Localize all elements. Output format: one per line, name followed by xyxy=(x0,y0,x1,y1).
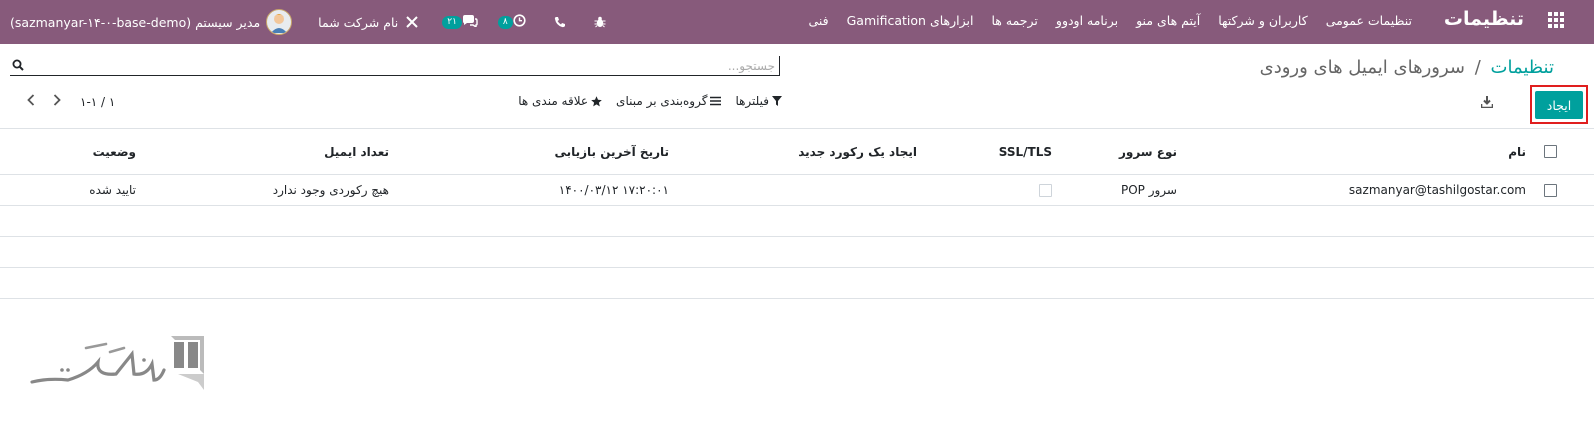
favorites-dropdown[interactable]: علاقه مندی ها xyxy=(518,94,602,108)
column-last-fetch[interactable]: تاریخ آخرین بازیابی xyxy=(554,129,669,174)
menu-technical[interactable]: فنی xyxy=(808,13,828,28)
list-icon xyxy=(710,96,722,106)
main-menu: تنظیمات عمومی کاربران و شرکتها آیتم های … xyxy=(808,13,1412,28)
app-brand[interactable]: تنظیمات xyxy=(1444,8,1524,30)
ssl-checkbox xyxy=(1039,183,1052,197)
bug-icon[interactable] xyxy=(594,16,606,28)
menu-menu-items[interactable]: آیتم های منو xyxy=(1136,13,1200,28)
company-name: نام شرکت شما xyxy=(318,14,399,30)
column-state[interactable]: وضعیت xyxy=(93,129,136,174)
download-icon[interactable] xyxy=(1480,96,1494,111)
avatar xyxy=(266,9,293,35)
row-select-cell xyxy=(1544,175,1557,205)
groupby-label: گروه‌بندی بر مبنای xyxy=(616,94,708,108)
chevron-left-icon[interactable] xyxy=(18,94,44,110)
chevron-right-icon[interactable] xyxy=(44,94,70,110)
cell-email-count: هیچ رکوردی وجود ندارد xyxy=(272,183,389,197)
search-icon[interactable] xyxy=(12,59,24,74)
list-table: نام نوع سرور SSL/TLS ایجاد یک رکورد جدید… xyxy=(0,128,1594,299)
breadcrumb-separator: / xyxy=(1474,57,1481,78)
select-all-cell xyxy=(1544,129,1557,174)
breadcrumb: تنظیمات / سرورهای ایمیل های ورودی xyxy=(1260,57,1554,78)
menu-odoo-app[interactable]: برنامه اودوو xyxy=(1056,13,1118,28)
pager-value[interactable]: ۱-۱ / ۱ xyxy=(80,95,115,109)
column-ssl[interactable]: SSL/TLS xyxy=(999,129,1052,174)
clock-icon xyxy=(513,14,526,30)
menu-general-settings[interactable]: تنظیمات عمومی xyxy=(1326,13,1412,28)
cell-name: sazmanyar@tashilgostar.com xyxy=(1348,183,1526,197)
user-name: مدیر سیستم (sazmanyar-۱۴-۰-base-demo) xyxy=(10,14,261,30)
breadcrumb-root[interactable]: تنظیمات xyxy=(1491,57,1554,78)
empty-row xyxy=(0,206,1594,237)
search-options: فیلترها گروه‌بندی بر مبنای علاقه مندی ها xyxy=(500,94,782,108)
close-tools-icon[interactable] xyxy=(406,16,418,28)
column-name[interactable]: نام xyxy=(1508,129,1526,174)
row-checkbox[interactable] xyxy=(1544,183,1557,197)
pager: ۱-۱ / ۱ xyxy=(18,94,115,110)
favorites-label: علاقه مندی ها xyxy=(518,94,589,108)
empty-row xyxy=(0,237,1594,268)
messages-count-badge: ۲۱ xyxy=(442,15,462,29)
search-bar xyxy=(10,56,780,76)
star-icon xyxy=(591,95,602,106)
create-button[interactable]: ایجاد xyxy=(1535,91,1583,119)
filter-icon xyxy=(772,96,782,106)
top-navbar: تنظیمات تنظیمات عمومی کاربران و شرکتها آ… xyxy=(0,0,1594,44)
column-server-type[interactable]: نوع سرور xyxy=(1119,129,1177,174)
table-header: نام نوع سرور SSL/TLS ایجاد یک رکورد جدید… xyxy=(0,129,1594,175)
search-input[interactable] xyxy=(40,56,780,75)
column-create-record[interactable]: ایجاد یک رکورد جدید xyxy=(798,129,917,174)
select-all-checkbox[interactable] xyxy=(1544,145,1557,158)
company-switcher[interactable]: نام شرکت شما xyxy=(318,15,398,30)
column-email-count[interactable]: تعداد ایمیل xyxy=(324,129,389,174)
cell-state: تایید شده xyxy=(89,183,136,197)
activity-menu[interactable]: ۸ xyxy=(496,14,526,30)
menu-users-companies[interactable]: کاربران و شرکتها xyxy=(1218,13,1307,28)
watermark-logo xyxy=(28,334,210,395)
messages-menu[interactable]: ۲۱ xyxy=(440,14,478,30)
chat-icon xyxy=(462,14,478,30)
breadcrumb-current: سرورهای ایمیل های ورودی xyxy=(1259,57,1465,78)
activity-count-badge: ۸ xyxy=(497,15,513,29)
empty-row xyxy=(0,268,1594,299)
filters-dropdown[interactable]: فیلترها xyxy=(735,94,782,108)
user-menu[interactable]: مدیر سیستم (sazmanyar-۱۴-۰-base-demo) xyxy=(10,9,293,35)
table-row[interactable]: sazmanyar@tashilgostar.com سرور POP ۱۴۰۰… xyxy=(0,175,1594,206)
systray: مدیر سیستم (sazmanyar-۱۴-۰-base-demo) نا… xyxy=(10,8,606,36)
groupby-dropdown[interactable]: گروه‌بندی بر مبنای xyxy=(616,94,722,108)
cell-last-fetch: ۱۴۰۰/۰۳/۱۲ ۱۷:۲۰:۰۱ xyxy=(558,183,669,197)
cell-ssl xyxy=(1039,175,1052,205)
menu-gamification[interactable]: ابزارهای Gamification xyxy=(847,13,974,28)
cell-server-type: سرور POP xyxy=(1120,183,1177,197)
phone-icon[interactable] xyxy=(554,16,566,28)
filters-label: فیلترها xyxy=(735,94,769,108)
apps-grid-icon[interactable] xyxy=(1548,12,1564,28)
menu-translations[interactable]: ترجمه ها xyxy=(992,13,1038,28)
